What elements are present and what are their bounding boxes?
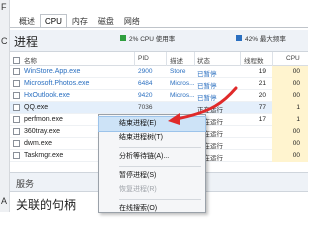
tab-disk[interactable]: 磁盘 [93, 14, 119, 28]
process-name: 360tray.exe [24, 128, 61, 135]
column-divider [194, 52, 195, 66]
process-threads: 21 [258, 80, 266, 87]
row-checkbox[interactable] [13, 80, 20, 87]
column-divider [240, 52, 241, 66]
process-cpu: 00 [292, 80, 300, 87]
menu-separator [119, 166, 201, 167]
tab-divider [10, 27, 308, 28]
cpu-usage-text: 2% CPU 使用率 [129, 36, 176, 43]
background-text-fragment: C [1, 36, 8, 46]
end-process-tree-menu-item[interactable]: 结束进程树(T) [99, 131, 205, 145]
background-window-strip: F C A [0, 0, 10, 212]
tab-cpu[interactable]: CPU [40, 14, 67, 28]
table-row[interactable]: Microsoft.Photos.exe 6484 Micros... 已暂停 … [10, 78, 308, 90]
row-checkbox[interactable] [13, 128, 20, 135]
tab-network[interactable]: 网络 [119, 14, 145, 28]
suspend-process-menu-item[interactable]: 暂停进程(S) [99, 169, 205, 183]
end-process-menu-item[interactable]: 结束进程(E) [98, 116, 206, 132]
menu-separator [119, 147, 201, 148]
row-checkbox[interactable] [13, 104, 20, 111]
column-divider [166, 52, 167, 66]
column-pid[interactable]: PID [138, 55, 149, 62]
table-row-selected[interactable]: QQ.exe 7036 正在运行 77 1 [10, 102, 308, 114]
process-status: 已暂停 [197, 83, 217, 90]
process-name: Microsoft.Photos.exe [24, 80, 90, 87]
process-cpu: 1 [296, 116, 300, 123]
tab-bar: 概述 CPU 内存 磁盘 网络 [14, 14, 145, 28]
process-name: dwm.exe [24, 140, 53, 147]
frequency-color-swatch [236, 35, 242, 41]
process-name: Taskmgr.exe [24, 152, 64, 159]
menu-separator [119, 199, 201, 200]
tab-memory[interactable]: 内存 [67, 14, 93, 28]
process-threads: 19 [258, 68, 266, 75]
cpu-color-swatch [120, 35, 126, 41]
process-status: 已暂停 [197, 95, 217, 102]
column-description[interactable]: 描述 [170, 55, 183, 65]
max-frequency-text: 42% 最大频率 [245, 36, 286, 43]
column-cpu[interactable]: CPU [286, 55, 300, 62]
process-pid: 9420 [138, 92, 153, 99]
process-description: Store [170, 68, 186, 75]
process-pid: 6484 [138, 80, 153, 87]
process-cpu: 00 [292, 152, 300, 159]
table-row[interactable]: HxOutlook.exe 9420 Micros... 已暂停 20 00 [10, 90, 308, 102]
process-cpu: 1 [296, 104, 300, 111]
column-status[interactable]: 状态 [197, 55, 210, 65]
processes-group-header[interactable]: 进程 2% CPU 使用率 42% 最大频率 [10, 30, 308, 52]
search-online-menu-item[interactable]: 在线搜索(O) [99, 202, 205, 216]
process-status: 已暂停 [197, 71, 217, 78]
process-name: HxOutlook.exe [24, 92, 70, 99]
row-checkbox[interactable] [13, 140, 20, 147]
process-threads: 17 [258, 116, 266, 123]
process-cpu: 00 [292, 92, 300, 99]
resume-process-menu-item: 恢复进程(R) [119, 186, 157, 193]
table-row[interactable]: WinStore.App.exe 2900 Store 已暂停 19 00 [10, 66, 308, 78]
process-cpu: 00 [292, 68, 300, 75]
analyze-wait-chain-menu-item[interactable]: 分析等待链(A)... [99, 150, 205, 164]
background-text-fragment: A [1, 196, 8, 206]
cpu-usage-summary: 2% CPU 使用率 [120, 33, 175, 43]
process-cpu: 00 [292, 128, 300, 135]
background-text-fragment: F [1, 2, 7, 12]
row-checkbox[interactable] [13, 68, 20, 75]
column-divider [272, 52, 273, 66]
process-context-menu: 结束进程(E) 结束进程树(T) 分析等待链(A)... 暂停进程(S) 恢复进… [98, 114, 206, 213]
process-description: Micros... [170, 80, 195, 87]
process-threads: 20 [258, 92, 266, 99]
process-status: 正在运行 [197, 107, 223, 114]
row-checkbox[interactable] [13, 116, 20, 123]
column-divider [134, 52, 135, 66]
row-checkbox[interactable] [13, 152, 20, 159]
process-pid: 2900 [138, 68, 153, 75]
process-pid: 7036 [138, 104, 153, 111]
process-table-header: 名称 PID 描述 状态 线程数 CPU [10, 52, 308, 66]
process-cpu: 00 [292, 140, 300, 147]
column-name[interactable]: 名称 [24, 55, 37, 65]
process-name: QQ.exe [24, 104, 49, 111]
associated-handles-title[interactable]: 关联的句柄 [16, 196, 76, 213]
max-frequency-summary: 42% 最大频率 [236, 33, 286, 43]
tab-overview[interactable]: 概述 [14, 14, 40, 28]
process-threads: 77 [258, 104, 266, 111]
column-threads[interactable]: 线程数 [244, 55, 264, 65]
process-name: perfmon.exe [24, 116, 63, 123]
process-description: Micros... [170, 92, 195, 99]
row-checkbox[interactable] [13, 92, 20, 99]
process-name: WinStore.App.exe [24, 68, 81, 75]
services-group-title: 服务 [16, 179, 35, 189]
processes-group-title: 进程 [14, 35, 39, 49]
